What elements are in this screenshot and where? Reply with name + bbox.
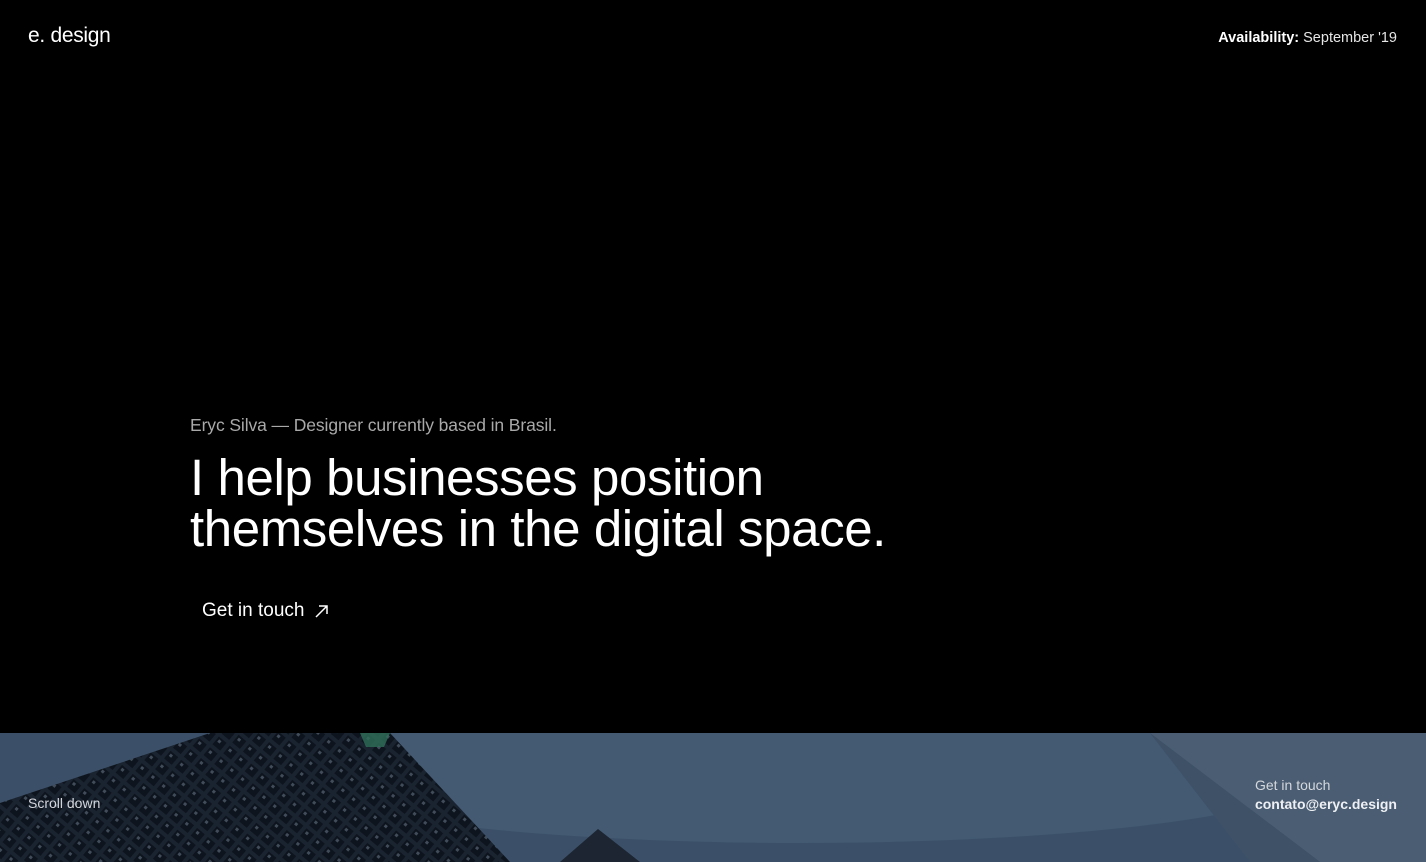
- page: e. design Availability: September '19 Er…: [0, 0, 1426, 862]
- arrow-up-right-icon: [315, 604, 329, 618]
- logo[interactable]: e. design: [28, 24, 111, 48]
- cta-label: Get in touch: [202, 600, 305, 621]
- hero-background-photo: [0, 733, 1426, 862]
- headline-line-1: I help businesses position: [190, 449, 764, 506]
- headline-line-2: themselves in the digital space.: [190, 500, 886, 557]
- contact-label: Get in touch: [1254, 777, 1331, 793]
- availability-label: Availability:: [1218, 30, 1300, 46]
- hero-intro: Eryc Silva — Designer currently based in…: [190, 415, 557, 435]
- get-in-touch-button[interactable]: Get in touch: [202, 600, 329, 622]
- hero-headline: I help businesses position themselves in…: [190, 452, 1090, 554]
- availability-value: September '19: [1303, 30, 1397, 46]
- contact-email-link[interactable]: contato@eryc.design: [1255, 795, 1397, 814]
- hero-section: Eryc Silva — Designer currently based in…: [190, 415, 1090, 622]
- availability-status: Availability: September '19: [1218, 30, 1397, 46]
- scroll-down-link[interactable]: Scroll down: [28, 795, 100, 811]
- contact-block: Get in touch contato@eryc.design: [1255, 776, 1397, 814]
